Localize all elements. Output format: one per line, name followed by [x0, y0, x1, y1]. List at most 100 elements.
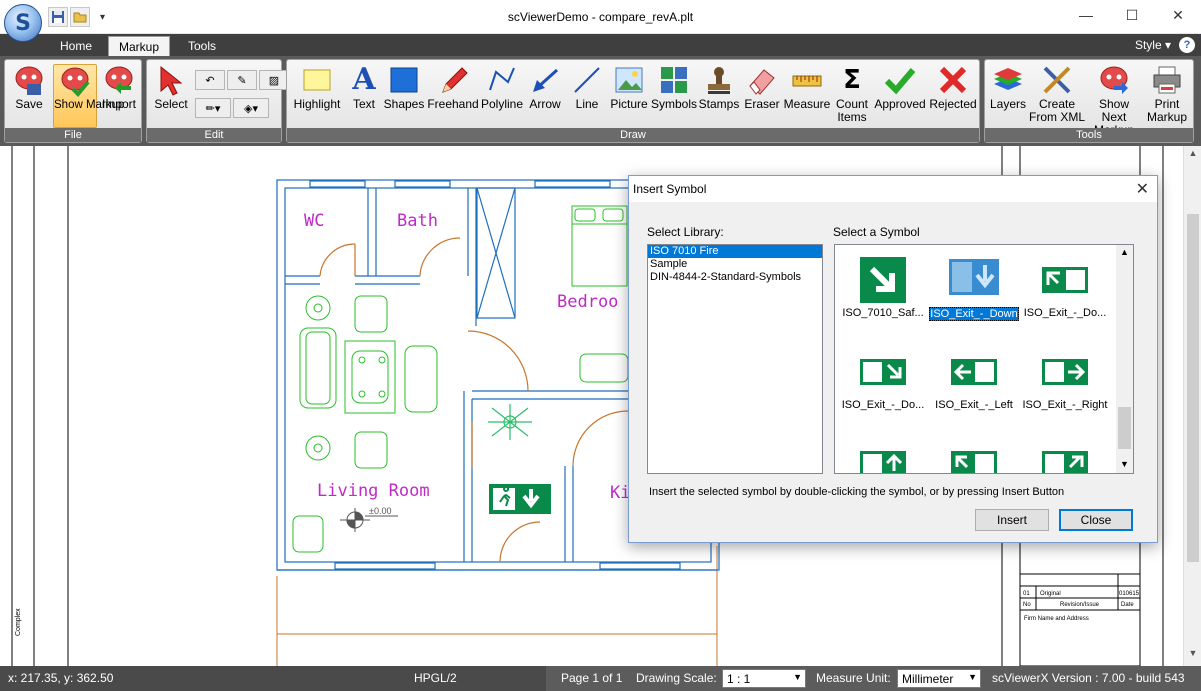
symbols-icon: [661, 67, 687, 93]
tools-cross-icon: [1043, 66, 1071, 94]
close-button[interactable]: Close: [1059, 509, 1133, 531]
arrow-button[interactable]: Arrow: [525, 64, 565, 128]
tab-tools[interactable]: Tools: [178, 36, 226, 56]
layers-button[interactable]: Layers: [987, 64, 1029, 128]
freehand-button[interactable]: Freehand: [427, 64, 479, 128]
picture-button[interactable]: Picture: [607, 64, 651, 128]
library-item-din4844[interactable]: DIN-4844-2-Standard-Symbols: [648, 271, 822, 284]
library-label: Select Library:: [647, 225, 724, 239]
symbols-button[interactable]: Symbols: [651, 64, 697, 128]
drawing-scale-select[interactable]: 1 : 1 ▼: [722, 669, 806, 688]
show-next-markup-button[interactable]: Show Next Markup: [1085, 64, 1143, 137]
style-menu[interactable]: Style ▾: [1135, 38, 1171, 52]
symbol-label: Select a Symbol: [833, 225, 920, 239]
title-block-head-text: Revision/Issue: [1060, 602, 1100, 608]
select-button[interactable]: Select: [151, 64, 191, 128]
text-label: Text: [352, 97, 375, 111]
polyline-button[interactable]: Polyline: [481, 64, 523, 128]
group-edit: Select ↶ ✎ ▨ ✏▾ ◈▾ Edit: [146, 59, 289, 143]
symbol-scroll-thumb[interactable]: [1118, 407, 1131, 449]
symbol-caption: ISO_7010_Saf...: [842, 307, 924, 319]
exit-up-right-icon[interactable]: [1042, 451, 1088, 474]
text-button[interactable]: A Text: [347, 64, 381, 128]
select-label: Select: [154, 97, 188, 111]
symbol-scrollbar[interactable]: ▲ ▼: [1116, 245, 1133, 473]
title-block-head-date: Date: [1121, 602, 1134, 608]
symbol-exit-down-selected[interactable]: ISO_Exit_-_Down: [929, 245, 1019, 333]
line-color-icon[interactable]: ✏▾: [195, 98, 231, 118]
layers-label: Layers: [989, 97, 1027, 111]
insert-button[interactable]: Insert: [975, 509, 1049, 531]
line-button[interactable]: Line: [569, 64, 605, 128]
create-from-xml-label: Create From XML: [1029, 97, 1086, 124]
undo-icon[interactable]: ↶: [195, 70, 225, 90]
minimize-button[interactable]: —: [1063, 0, 1109, 30]
window-close-button[interactable]: ✕: [1155, 0, 1201, 30]
scroll-down-icon[interactable]: ▼: [1184, 648, 1201, 664]
symbol-exit-left[interactable]: ISO_Exit_-_Left: [929, 337, 1019, 425]
tab-markup[interactable]: Markup: [108, 36, 171, 56]
library-item-iso7010[interactable]: ISO 7010 Fire: [648, 245, 822, 258]
exit-up-icon[interactable]: [860, 451, 906, 474]
shapes-button[interactable]: Shapes: [383, 64, 425, 128]
window-title: scViewerDemo - compare_revA.plt: [507, 10, 694, 24]
fill-color-icon[interactable]: ◈▾: [233, 98, 269, 118]
print-markup-button[interactable]: Print Markup: [1143, 64, 1191, 128]
eraser-label: Eraser: [744, 97, 780, 111]
group-label-draw: Draw: [287, 128, 979, 142]
symbol-iso7010-safe[interactable]: ISO_7010_Saf...: [838, 245, 928, 333]
symbol-scroll-up-icon[interactable]: ▲: [1120, 247, 1129, 257]
show-markup-button[interactable]: Show Markup: [53, 64, 124, 128]
save-markup-button[interactable]: Save: [9, 64, 49, 128]
eraser-button[interactable]: Eraser: [741, 64, 783, 128]
count-items-button[interactable]: Σ Count Items: [831, 64, 873, 128]
measure-unit-value: Millimeter: [902, 672, 954, 686]
ruler-icon: [792, 75, 822, 87]
library-item-sample[interactable]: Sample: [648, 258, 822, 271]
dialog-title: Insert Symbol: [633, 182, 707, 196]
maximize-button[interactable]: ☐: [1109, 0, 1155, 30]
edit-tools-row1: ↶ ✎ ▨: [195, 70, 289, 90]
polyline-label: Polyline: [481, 97, 524, 111]
drawing-scale-value: 1 : 1: [727, 672, 751, 686]
tab-home[interactable]: Home: [50, 36, 102, 56]
title-block-firm: Firm Name and Address: [1024, 616, 1089, 622]
exit-up-left-icon[interactable]: [951, 451, 997, 474]
dialog-title-bar: Insert Symbol ✕: [629, 176, 1157, 202]
line-icon: [574, 67, 600, 93]
hatch-icon[interactable]: ▨: [259, 70, 289, 90]
create-from-xml-button[interactable]: Create From XML: [1029, 64, 1085, 128]
symbol-grid[interactable]: ISO_7010_Saf... ISO_Exit_-_Down ISO_Exit…: [834, 244, 1134, 474]
symbol-exit-down-left[interactable]: ISO_Exit_-_Do...: [1020, 245, 1110, 333]
stamps-button[interactable]: Stamps: [697, 64, 741, 128]
scroll-thumb[interactable]: [1187, 214, 1199, 562]
inserted-exit-sign-icon[interactable]: [489, 484, 551, 514]
stamp-icon: [708, 67, 730, 94]
room-label-living-room: Living Room: [317, 481, 430, 501]
dialog-close-icon[interactable]: ✕: [1136, 179, 1149, 199]
symbol-scroll-down-icon[interactable]: ▼: [1120, 459, 1129, 469]
vertical-scrollbar[interactable]: ▲ ▼: [1183, 146, 1201, 666]
app-menu-button[interactable]: S: [4, 4, 42, 42]
import-markup-button[interactable]: Import: [99, 64, 139, 128]
highlight-button[interactable]: Highlight: [289, 64, 345, 128]
file-format: HPGL/2: [414, 671, 457, 685]
page-indicator: Page 1 of 1: [561, 671, 623, 685]
scroll-up-icon[interactable]: ▲: [1184, 148, 1201, 164]
import-label: Import: [101, 97, 136, 111]
eraser-small-icon[interactable]: ✎: [227, 70, 257, 90]
rejected-button[interactable]: Rejected: [927, 64, 979, 128]
symbol-exit-right[interactable]: ISO_Exit_-_Right: [1020, 337, 1110, 425]
symbol-exit-down-right[interactable]: ISO_Exit_-_Do...: [838, 337, 928, 425]
measure-button[interactable]: Measure: [783, 64, 831, 128]
cross-icon: [939, 66, 967, 94]
approved-button[interactable]: Approved: [873, 64, 927, 128]
measure-unit-select[interactable]: Millimeter ▼: [897, 669, 981, 688]
dialog-hint: Insert the selected symbol by double-cli…: [649, 486, 1065, 498]
library-list[interactable]: ISO 7010 Fire Sample DIN-4844-2-Standard…: [647, 244, 823, 474]
exit-down-icon: [949, 259, 999, 295]
exit-down-right-icon: [860, 359, 906, 385]
layers-icon: [994, 68, 1022, 90]
help-button[interactable]: ?: [1179, 37, 1195, 53]
symbol-caption: ISO_Exit_-_Right: [1022, 399, 1108, 411]
